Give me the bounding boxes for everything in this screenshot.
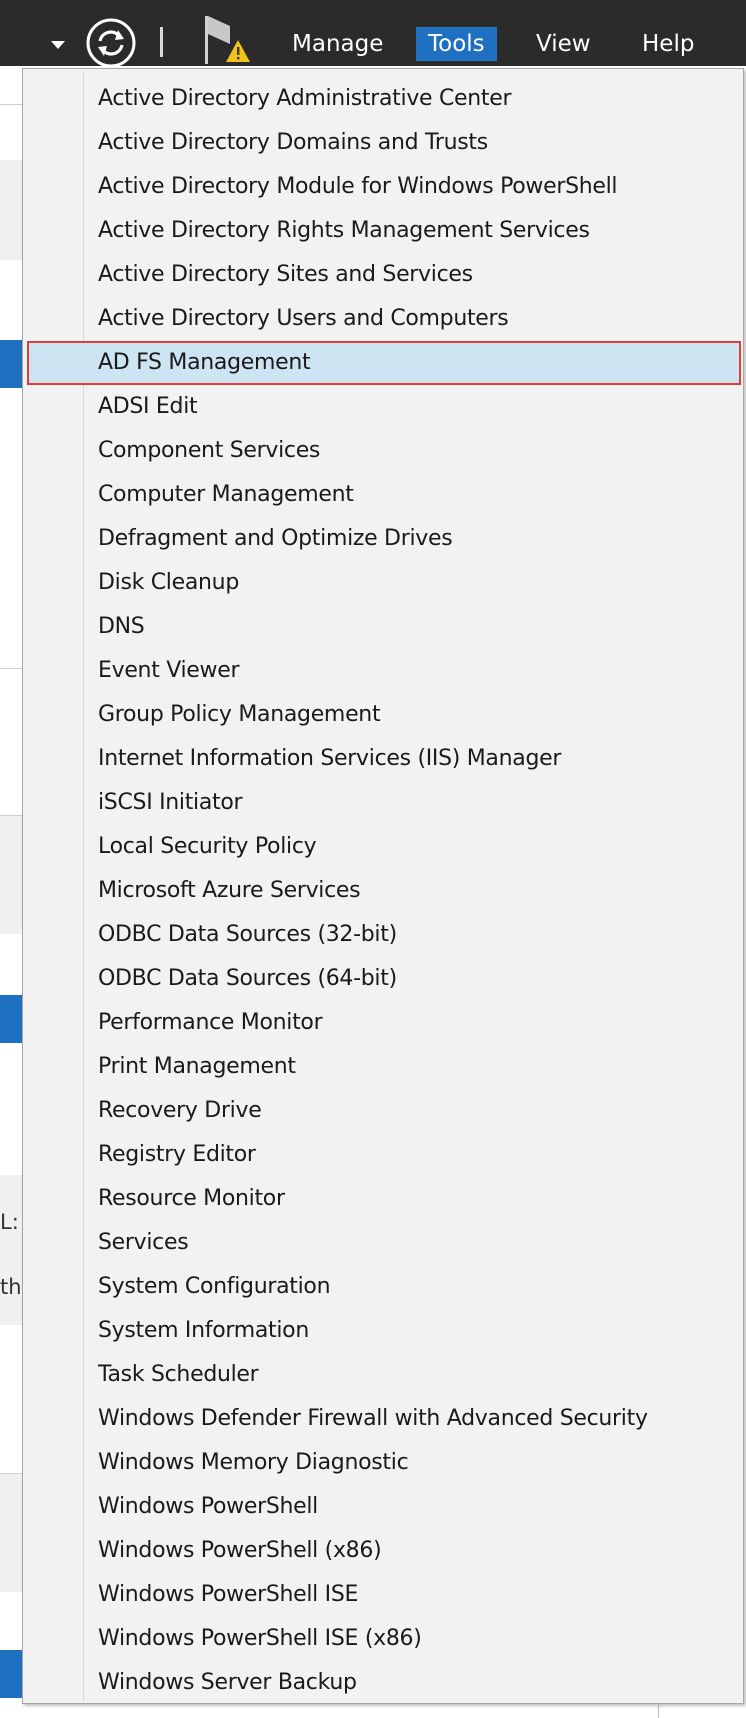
menu-tools[interactable]: Tools <box>416 27 497 61</box>
menu-item-system-information[interactable]: System Information <box>23 1309 743 1353</box>
background-panel <box>0 1474 22 1592</box>
menu-item-active-directory-sites-and-services[interactable]: Active Directory Sites and Services <box>23 253 743 297</box>
menu-item-active-directory-users-and-computers[interactable]: Active Directory Users and Computers <box>23 297 743 341</box>
menu-item-event-viewer[interactable]: Event Viewer <box>23 649 743 693</box>
tools-dropdown-menu: Active Directory Administrative Center Ac… <box>22 68 744 1704</box>
refresh-icon[interactable] <box>85 17 137 69</box>
menu-item-group-policy-management[interactable]: Group Policy Management <box>23 693 743 737</box>
menu-item-windows-powershell-ise[interactable]: Windows PowerShell ISE <box>23 1573 743 1617</box>
background-selected-row <box>0 1650 22 1698</box>
menu-item-disk-cleanup[interactable]: Disk Cleanup <box>23 561 743 605</box>
menu-item-microsoft-azure-services[interactable]: Microsoft Azure Services <box>23 869 743 913</box>
menu-item-active-directory-rights-management-services[interactable]: Active Directory Rights Management Servi… <box>23 209 743 253</box>
menu-item-task-scheduler[interactable]: Task Scheduler <box>23 1353 743 1397</box>
toolbar-separator <box>160 27 163 57</box>
background-border <box>658 1705 659 1718</box>
menu-item-active-directory-module-for-windows-powershell[interactable]: Active Directory Module for Windows Powe… <box>23 165 743 209</box>
menu-item-registry-editor[interactable]: Registry Editor <box>23 1133 743 1177</box>
menu-item-active-directory-administrative-center[interactable]: Active Directory Administrative Center <box>23 77 743 121</box>
menu-item-active-directory-domains-and-trusts[interactable]: Active Directory Domains and Trusts <box>23 121 743 165</box>
menu-item-print-management[interactable]: Print Management <box>23 1045 743 1089</box>
menu-item-odbc-data-sources-32-bit[interactable]: ODBC Data Sources (32-bit) <box>23 913 743 957</box>
menu-item-windows-server-backup[interactable]: Windows Server Backup <box>23 1661 743 1705</box>
menu-item-resource-monitor[interactable]: Resource Monitor <box>23 1177 743 1221</box>
background-text-fragment: L:1 <box>0 1210 20 1234</box>
chevron-down-icon[interactable] <box>51 41 65 49</box>
server-manager-menubar: Manage Tools View Help <box>0 0 746 69</box>
menu-item-internet-information-services-iis-manager[interactable]: Internet Information Services (IIS) Mana… <box>23 737 743 781</box>
menu-item-component-services[interactable]: Component Services <box>23 429 743 473</box>
menu-item-windows-defender-firewall-with-advanced-security[interactable]: Windows Defender Firewall with Advanced … <box>23 1397 743 1441</box>
tools-menu-list: Active Directory Administrative Center Ac… <box>23 77 743 1705</box>
flag-warning-icon[interactable] <box>202 14 260 66</box>
menu-help[interactable]: Help <box>630 27 706 61</box>
background-divider <box>0 104 22 105</box>
menu-item-adsi-edit[interactable]: ADSI Edit <box>23 385 743 429</box>
menu-item-ad-fs-management[interactable]: AD FS Management <box>27 341 741 385</box>
menu-item-windows-powershell[interactable]: Windows PowerShell <box>23 1485 743 1529</box>
menu-item-windows-powershell-x86[interactable]: Windows PowerShell (x86) <box>23 1529 743 1573</box>
menu-item-odbc-data-sources-64-bit[interactable]: ODBC Data Sources (64-bit) <box>23 957 743 1001</box>
menu-item-computer-management[interactable]: Computer Management <box>23 473 743 517</box>
background-selected-row <box>0 995 22 1043</box>
menu-item-iscsi-initiator[interactable]: iSCSI Initiator <box>23 781 743 825</box>
menu-manage[interactable]: Manage <box>280 27 395 61</box>
background-panel <box>0 160 22 260</box>
menu-view[interactable]: View <box>524 27 603 61</box>
background-panel <box>0 816 22 934</box>
menu-item-performance-monitor[interactable]: Performance Monitor <box>23 1001 743 1045</box>
menu-item-windows-powershell-ise-x86[interactable]: Windows PowerShell ISE (x86) <box>23 1617 743 1661</box>
menu-item-windows-memory-diagnostic[interactable]: Windows Memory Diagnostic <box>23 1441 743 1485</box>
background-panel <box>0 1175 22 1325</box>
menu-item-recovery-drive[interactable]: Recovery Drive <box>23 1089 743 1133</box>
background-selected-row <box>0 340 22 388</box>
menu-item-local-security-policy[interactable]: Local Security Policy <box>23 825 743 869</box>
menu-item-services[interactable]: Services <box>23 1221 743 1265</box>
menu-item-system-configuration[interactable]: System Configuration <box>23 1265 743 1309</box>
menu-item-dns[interactable]: DNS <box>23 605 743 649</box>
menu-item-defragment-and-optimize-drives[interactable]: Defragment and Optimize Drives <box>23 517 743 561</box>
background-text-fragment: th <box>0 1275 20 1299</box>
background-divider <box>0 668 22 669</box>
